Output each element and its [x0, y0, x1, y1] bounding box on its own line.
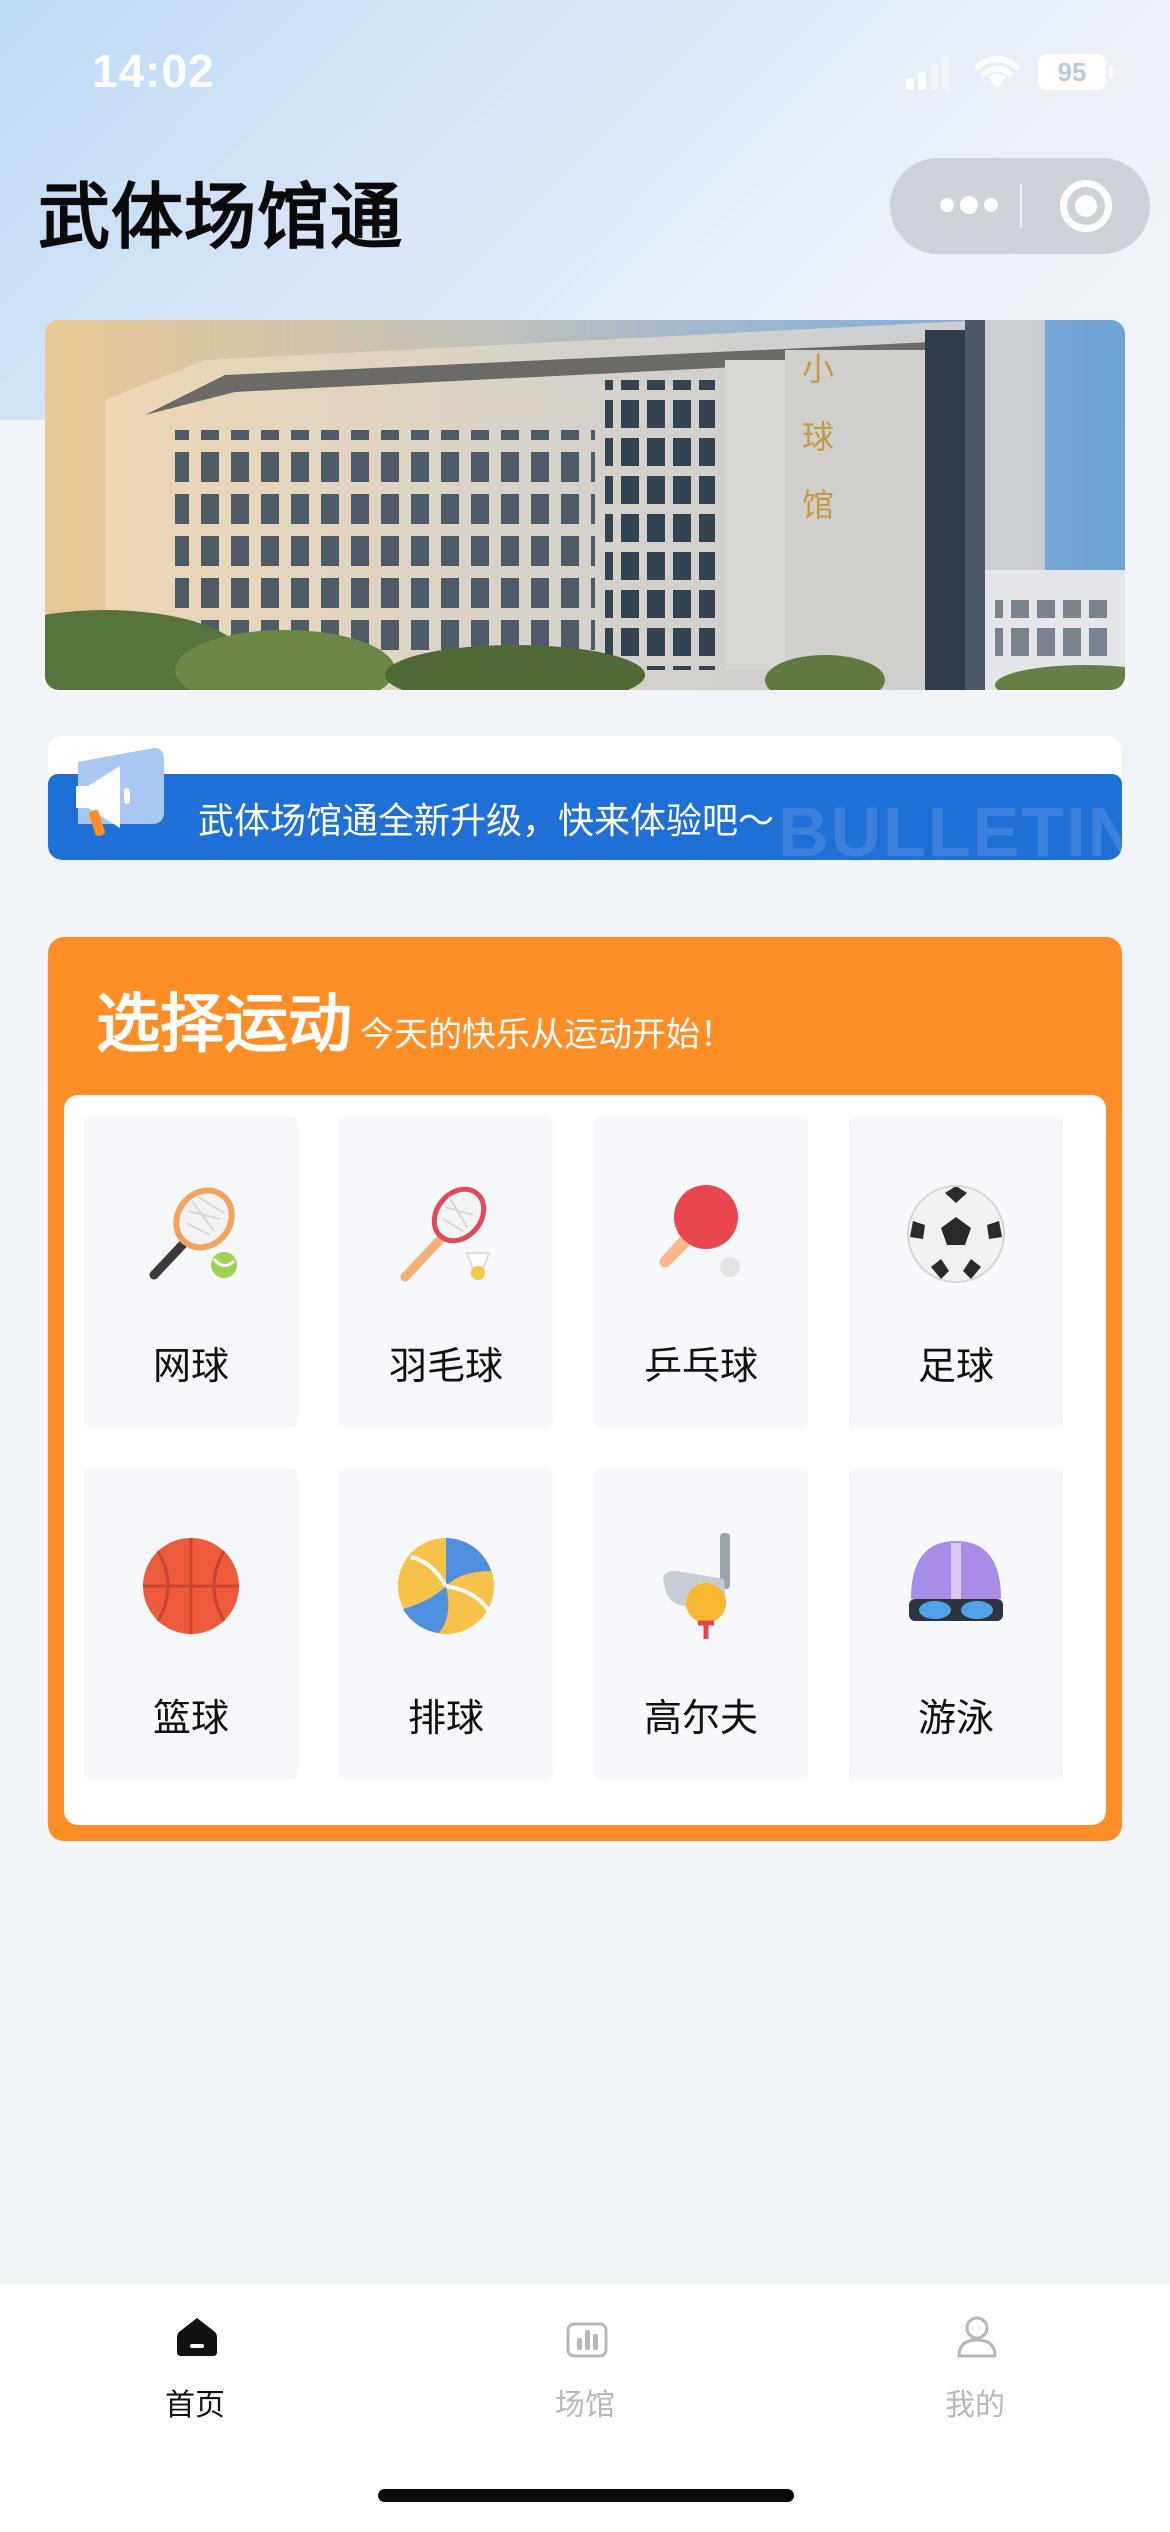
status-bar: 14:02 95 [0, 0, 1170, 150]
tab-venue-label: 场馆 [555, 2388, 615, 2423]
building-sign-char-1: 小 [802, 350, 834, 388]
sport-label: 篮球 [152, 1696, 229, 1740]
sport-tile-tennis[interactable]: 网球 [84, 1117, 298, 1427]
wifi-icon [975, 56, 1019, 88]
bulletin-watermark: BULLETIN [778, 793, 1122, 860]
sports-section-title: 选择运动 [96, 988, 352, 1062]
more-options-button[interactable] [918, 158, 1018, 254]
sport-label: 羽毛球 [388, 1344, 503, 1388]
sport-tile-volleyball[interactable]: 排球 [339, 1469, 553, 1779]
status-time: 14:02 [92, 45, 215, 97]
sport-tile-golf[interactable]: 高尔夫 [594, 1469, 808, 1779]
tab-profile[interactable]: 我的 [780, 2284, 1170, 2444]
mini-program-capsule [890, 158, 1150, 254]
bulletin-notice[interactable]: BULLETIN 武体场馆通全新升级，快来体验吧～ [48, 736, 1122, 860]
home-icon [177, 2318, 217, 2356]
megaphone-icon [76, 748, 164, 837]
tab-home[interactable]: 首页 [0, 2284, 390, 2444]
sport-label: 高尔夫 [643, 1696, 758, 1740]
swimming-icon [909, 1541, 1003, 1621]
sport-tile-table-tennis[interactable]: 乒乓球 [594, 1117, 808, 1427]
sport-label: 排球 [407, 1696, 484, 1740]
sport-tile-badminton[interactable]: 羽毛球 [339, 1117, 553, 1427]
volleyball-icon [398, 1538, 494, 1634]
sports-grid: 网球 羽毛球 乒乓球 足球 篮球 排球 高尔夫 游泳 [64, 1095, 1106, 1825]
tab-venue[interactable]: 场馆 [390, 2284, 780, 2444]
table-tennis-icon [659, 1185, 740, 1277]
sport-label: 游泳 [917, 1696, 994, 1740]
cellular-signal-icon [906, 56, 950, 90]
sport-label: 网球 [152, 1344, 229, 1388]
sport-tile-swimming[interactable]: 游泳 [849, 1469, 1063, 1779]
sport-label: 乒乓球 [643, 1344, 758, 1388]
venue-icon [566, 2322, 608, 2358]
building-sign-char-3: 馆 [802, 486, 834, 524]
page-title: 武体场馆通 [38, 175, 404, 259]
sport-label: 足球 [917, 1344, 994, 1388]
badminton-icon [400, 1186, 491, 1282]
tab-profile-label: 我的 [945, 2388, 1005, 2423]
sports-section-subtitle: 今天的快乐从运动开始！ [360, 1015, 734, 1055]
basketball-icon [143, 1538, 239, 1634]
bulletin-text: 武体场馆通全新升级，快来体验吧～ [198, 801, 775, 842]
banner-image: 小 球 馆 [45, 320, 1125, 690]
close-mini-program-button[interactable] [1060, 180, 1112, 232]
tennis-icon [149, 1187, 237, 1280]
battery-indicator: 95 [1038, 54, 1113, 90]
golf-icon [663, 1533, 730, 1639]
sports-section: 选择运动 今天的快乐从运动开始！ 网球 羽毛球 乒乓球 足球 篮球 排球 高尔夫… [48, 937, 1122, 1841]
sport-tile-football[interactable]: 足球 [849, 1117, 1063, 1427]
banner-carousel[interactable]: 小 球 馆 [45, 320, 1125, 690]
tab-home-label: 首页 [165, 2388, 225, 2423]
profile-icon [957, 2316, 997, 2358]
building-sign-char-2: 球 [802, 418, 834, 456]
home-indicator[interactable] [378, 2489, 794, 2502]
capsule-divider [1020, 184, 1022, 228]
sport-tile-basketball[interactable]: 篮球 [84, 1469, 298, 1779]
football-icon [907, 1185, 1005, 1283]
